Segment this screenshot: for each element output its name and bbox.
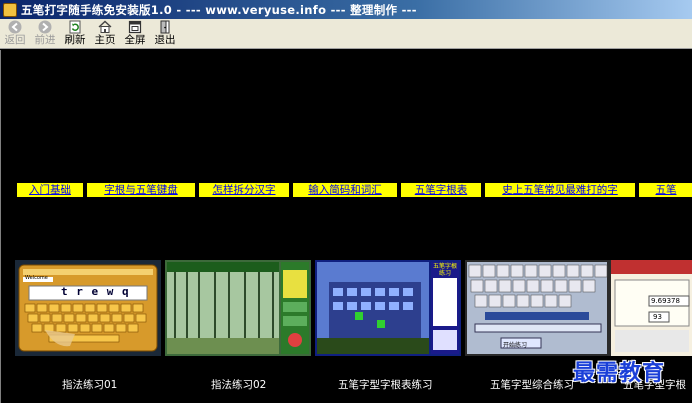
forward-button-label: 前进 [34,34,56,46]
nav-link-codes[interactable]: 输入简码和词汇 [293,183,397,197]
thumbnail-comprehensive-practice[interactable]: 开始练习 [465,260,611,356]
home-button[interactable]: 主页 [90,19,120,49]
window-title: 五笔打字随手练免安装版1.0 - --- www.veryuse.info --… [21,2,417,17]
back-button[interactable]: 返回 [0,19,30,49]
score-preview-image [611,260,692,356]
score-preview-value: 9.69378 [651,297,680,305]
caption-radical-practice[interactable]: 五笔字型字根表练习 [338,377,433,392]
thumbnail-radical-score[interactable]: 9.69378 93 [611,260,692,356]
content-area: 入门基础 字根与五笔键盘 怎样拆分汉字 输入简码和词汇 五笔字根表 史上五笔常见… [0,50,692,403]
home-button-label: 主页 [94,34,116,46]
caption-fingering-02[interactable]: 指法练习02 [211,377,266,392]
nav-link-split[interactable]: 怎样拆分汉字 [199,183,289,197]
watermark-text: 最需教育 [573,360,666,386]
score-preview-value-2: 93 [653,313,662,321]
app-icon [3,2,17,17]
refresh-button[interactable]: 刷新 [60,19,90,49]
thumbnail-radical-practice[interactable]: 五笔字根练习 [315,260,461,356]
nav-link-more[interactable]: 五笔 [639,183,692,197]
back-arrow-icon [8,20,22,34]
back-button-label: 返回 [4,34,26,46]
home-icon [98,20,112,33]
toolbar: 返回 前进 刷新 主页 全屏 退出 [0,19,692,49]
nav-links-row: 入门基础 字根与五笔键盘 怎样拆分汉字 输入简码和词汇 五笔字根表 史上五笔常见… [1,183,692,197]
thumbnail-fingering-01[interactable]: Welcome t r e w q [15,260,161,356]
nav-link-hardest[interactable]: 史上五笔常见最难打的字 [485,183,635,197]
building-preview-label: 五笔字根练习 [432,263,457,277]
nav-link-chart[interactable]: 五笔字根表 [401,183,481,197]
forward-button[interactable]: 前进 [30,19,60,49]
exit-button[interactable]: 退出 [150,19,180,49]
keygrid-preview-label: 开始练习 [503,342,528,349]
refresh-icon [69,20,81,34]
fullscreen-button-label: 全屏 [124,34,146,46]
refresh-button-label: 刷新 [64,34,86,46]
fullscreen-button[interactable]: 全屏 [120,19,150,49]
thumbnail-fingering-02[interactable] [165,260,311,356]
exit-button-label: 退出 [154,34,176,46]
caption-comprehensive-practice[interactable]: 五笔字型综合练习 [490,377,574,392]
forward-arrow-icon [38,20,52,34]
fullscreen-icon [128,20,142,34]
caption-fingering-01[interactable]: 指法练习01 [62,377,117,392]
keygrid-preview-image [465,260,611,356]
exit-icon [160,20,170,34]
nav-link-intro[interactable]: 入门基础 [17,183,83,197]
forest-preview-image [165,260,311,356]
keyboard-preview-text: t r e w q [61,285,130,298]
title-bar: 五笔打字随手练免安装版1.0 - --- www.veryuse.info --… [0,0,692,19]
nav-link-keyboard[interactable]: 字根与五笔键盘 [87,183,195,197]
keyboard-preview-welcome: Welcome [25,275,48,281]
